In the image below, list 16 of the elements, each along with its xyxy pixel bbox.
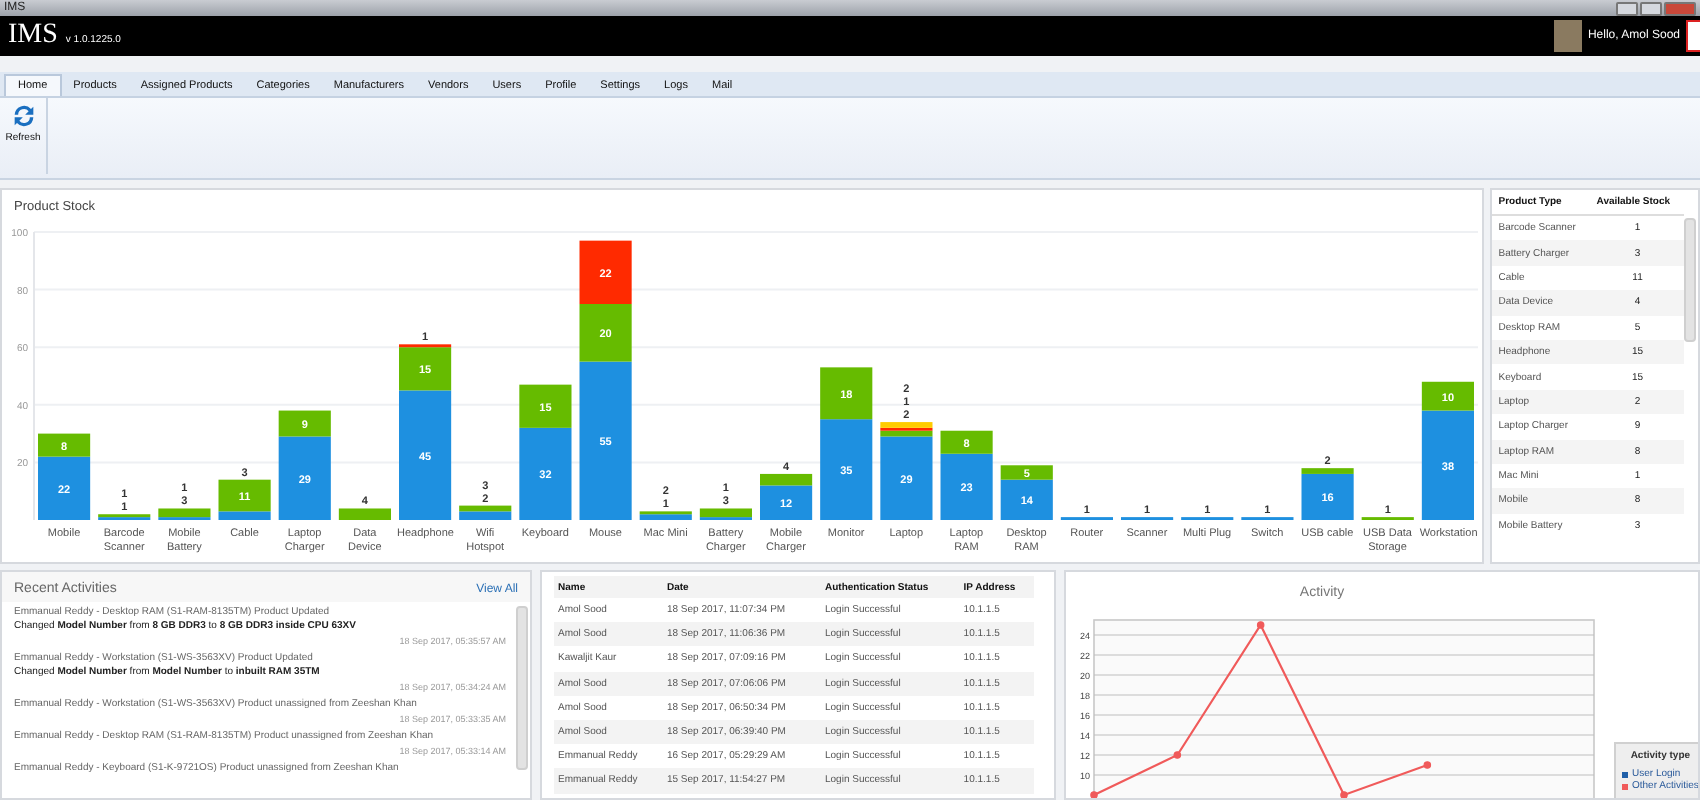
point: [1423, 761, 1432, 769]
user-avatar: [1553, 20, 1582, 52]
point: [1256, 621, 1265, 629]
scrollbar[interactable]: [1684, 218, 1696, 342]
scrollbar[interactable]: [516, 606, 528, 770]
minimize-icon[interactable]: [1616, 1, 1638, 15]
point: [1090, 791, 1098, 798]
maximize-icon[interactable]: [1640, 1, 1662, 15]
close-icon[interactable]: [1664, 1, 1696, 15]
bar-segment: [579, 240, 632, 304]
app-name: IMS: [8, 20, 58, 52]
refresh-icon: [9, 102, 37, 130]
point: [1340, 791, 1348, 798]
point: [1173, 751, 1182, 759]
bar-segment: [338, 508, 391, 520]
square-icon[interactable]: [1686, 20, 1700, 52]
